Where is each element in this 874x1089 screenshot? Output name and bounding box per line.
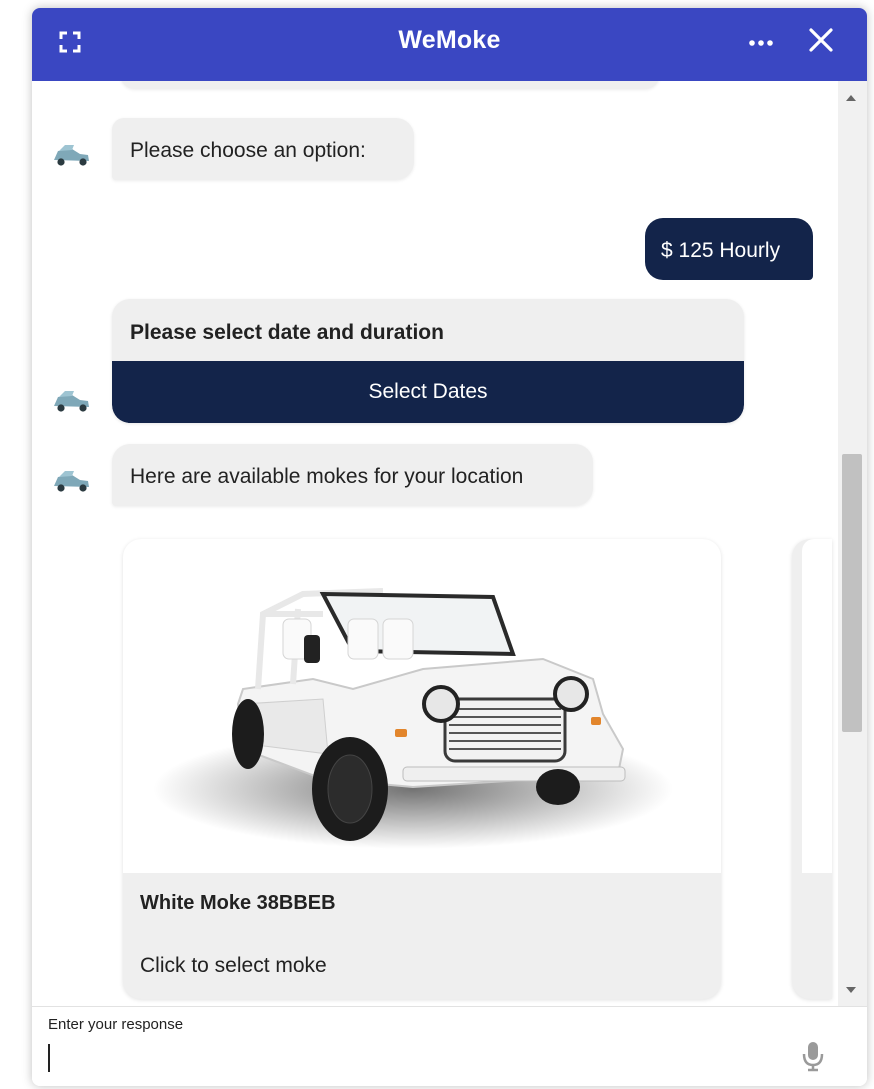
moke-name: White Moke 38BBEB	[140, 892, 336, 914]
select-dates-button[interactable]: Select Dates	[112, 361, 744, 423]
bot-message-available-mokes: Here are available mokes for your locati…	[112, 444, 593, 506]
bot-avatar-icon	[54, 145, 89, 166]
user-message-choice: $ 125 Hourly	[645, 218, 813, 280]
next-moke-image	[802, 539, 832, 873]
chat-title: WeMoke	[398, 26, 501, 54]
microphone-icon[interactable]	[801, 1040, 825, 1072]
chat-header: WeMoke	[32, 8, 867, 81]
close-icon[interactable]	[807, 26, 835, 54]
next-moke-card-partial[interactable]	[792, 539, 832, 999]
moke-card[interactable]: White Moke 38BBEB Click to select moke	[123, 539, 721, 999]
moke-image	[123, 539, 721, 873]
moke-select-label: Click to select moke	[140, 954, 327, 977]
text-caret	[48, 1044, 50, 1072]
more-options-icon[interactable]	[746, 28, 776, 58]
previous-message-fragment	[120, 81, 660, 89]
date-prompt-label: Please select date and duration	[130, 321, 444, 344]
bot-avatar-icon	[54, 391, 89, 412]
response-input[interactable]	[46, 1039, 786, 1073]
input-placeholder: Enter your response	[48, 1016, 184, 1033]
scroll-thumb[interactable]	[842, 454, 862, 732]
response-input-area: Enter your response	[32, 1006, 867, 1086]
bot-avatar-icon	[54, 471, 89, 492]
white-moke-car-image	[153, 588, 673, 849]
chat-scrollbar[interactable]	[838, 81, 867, 1006]
chat-transcript[interactable]: Please choose an option: $ 125 Hourly Pl…	[32, 81, 867, 1006]
bot-message-choose-option: Please choose an option:	[112, 118, 414, 180]
scroll-down-arrow-icon[interactable]	[846, 987, 856, 993]
scroll-up-arrow-icon[interactable]	[846, 95, 856, 101]
chat-widget: WeMoke Please choose an option: $ 125 Ho…	[32, 8, 867, 1086]
date-selection-card: Please select date and duration Select D…	[112, 299, 744, 423]
